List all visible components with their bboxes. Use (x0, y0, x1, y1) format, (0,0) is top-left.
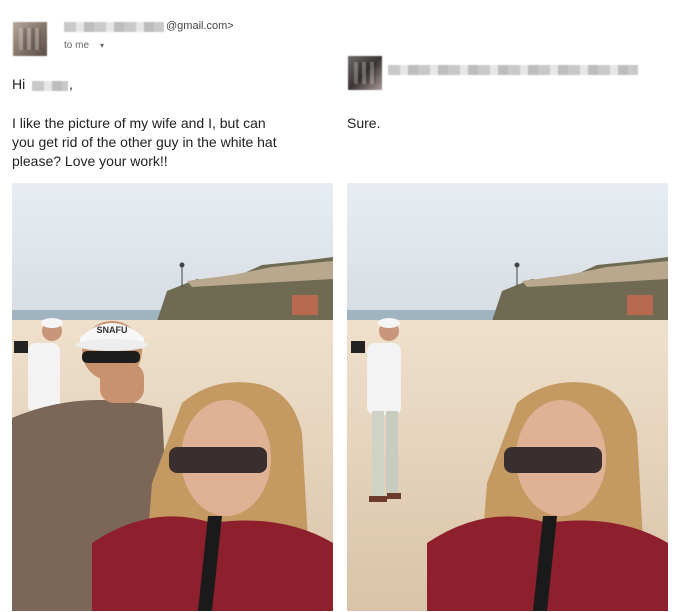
greeting: Hi (12, 76, 26, 92)
hat-logo-text: SNAFU (97, 325, 128, 335)
sender-name-redacted (64, 22, 164, 32)
edited-photo[interactable] (347, 183, 668, 611)
recipient-name-redacted (32, 81, 68, 91)
recipient-label[interactable]: to me (64, 40, 89, 51)
responder-avatar[interactable] (348, 56, 382, 90)
email-reply-panel: Sure. (340, 0, 680, 612)
original-photo[interactable]: SNAFU (12, 183, 333, 611)
message-line: please? Love your work!! (12, 153, 168, 169)
message-line: you get rid of the other guy in the whit… (12, 134, 277, 150)
responder-name-redacted (388, 65, 638, 75)
email-message-body: I like the picture of my wife and I, but… (12, 114, 277, 171)
email-request-panel: @gmail.com> to me ▾ Hi , I like the pict… (0, 0, 340, 612)
sender-avatar[interactable] (13, 22, 47, 56)
greeting-comma: , (69, 76, 73, 92)
sender-email-domain: @gmail.com> (166, 20, 234, 32)
message-line: I like the picture of my wife and I, but… (12, 115, 266, 131)
reply-message: Sure. (347, 115, 381, 131)
chevron-down-icon[interactable]: ▾ (100, 41, 104, 50)
